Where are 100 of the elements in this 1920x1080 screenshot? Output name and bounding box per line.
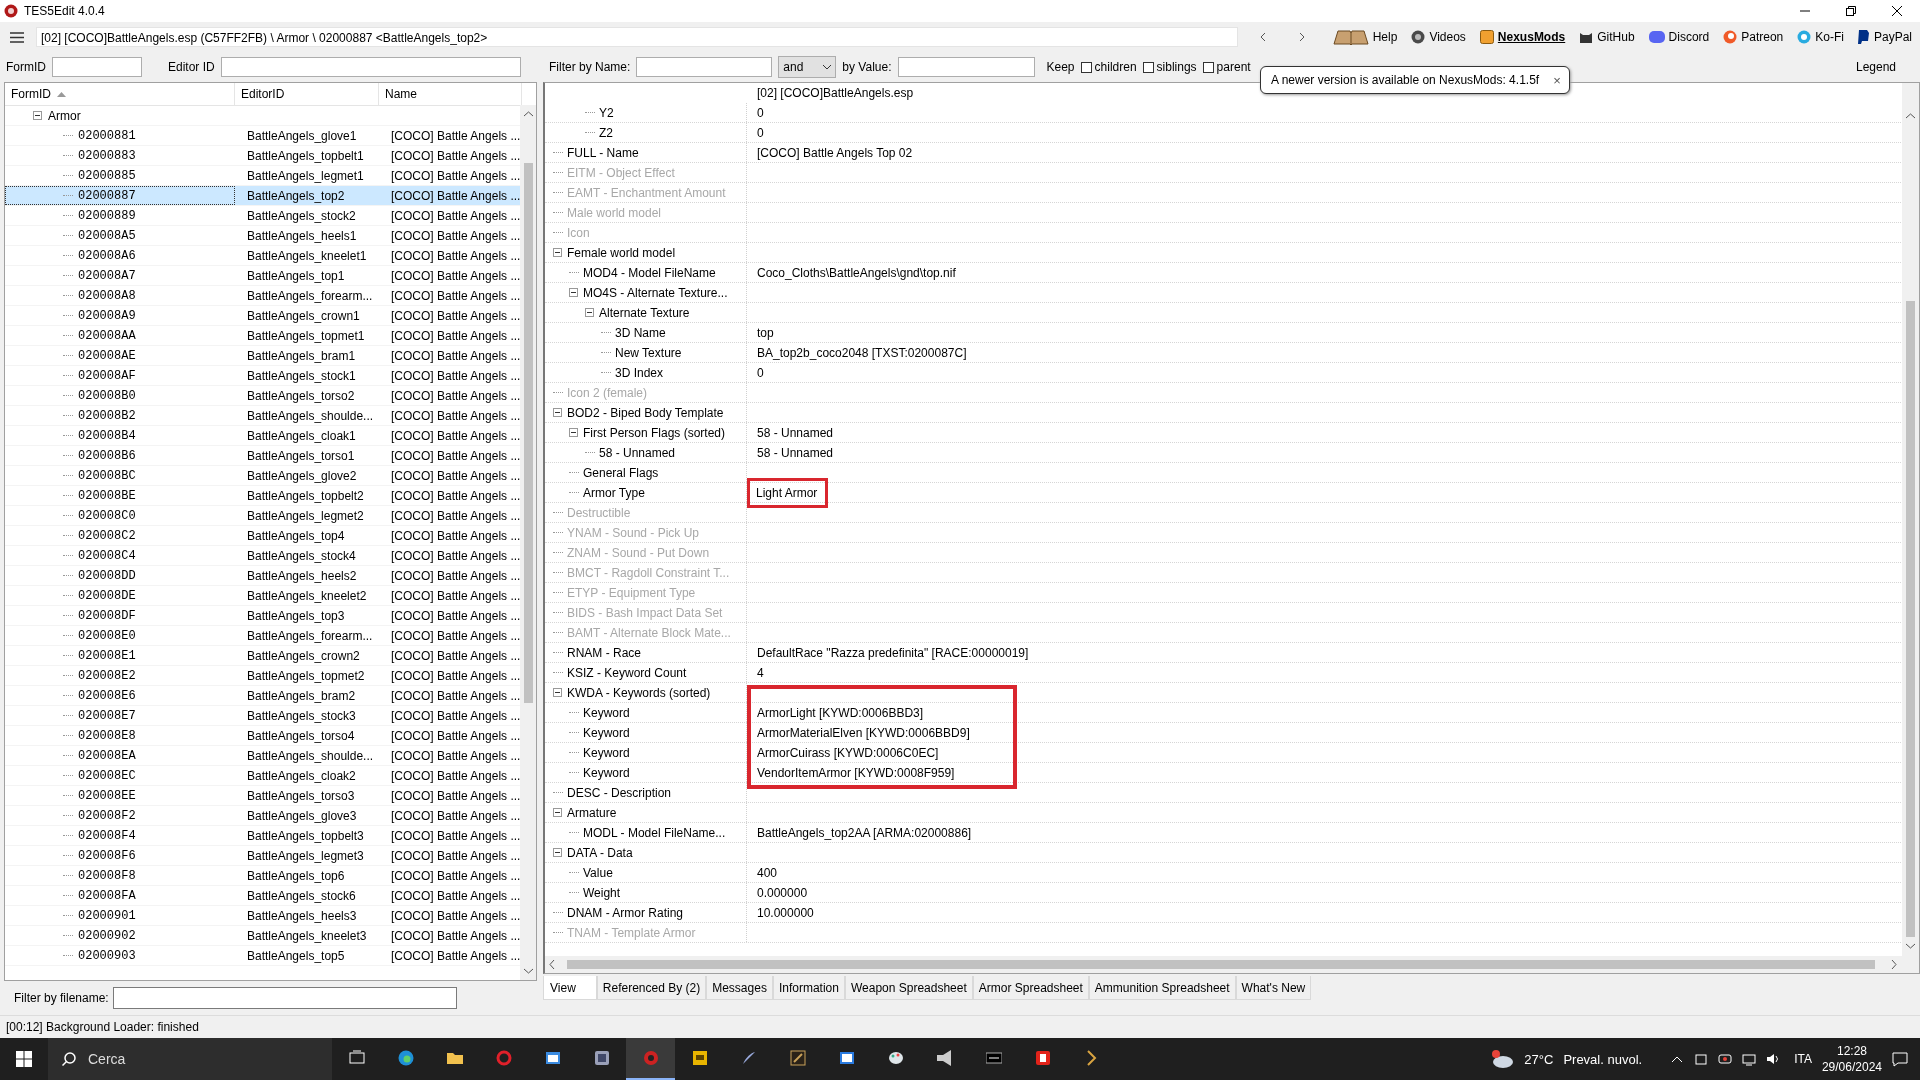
language-indicator[interactable]: ITA [1794, 1052, 1812, 1066]
tab[interactable]: What's New [1235, 976, 1312, 1000]
name-text: [COCO] Battle Angels ... [390, 528, 522, 543]
editor-id-field[interactable] [220, 57, 521, 77]
field-label: Icon 2 (female) [567, 385, 648, 400]
filename-filter-field[interactable] [112, 987, 457, 1009]
name-filter-field[interactable] [636, 57, 773, 77]
network-icon[interactable] [1742, 1052, 1757, 1066]
checkbox[interactable]: siblings [1142, 60, 1197, 74]
record-row[interactable]: 02000887 BattleAngels_top2 [COCO] Battle Angels ... [5, 186, 522, 206]
toolbar-link[interactable]: Discord [1644, 25, 1714, 49]
horizontal-scrollbar[interactable] [545, 956, 1902, 973]
chevron-up-icon [1906, 113, 1915, 119]
field-label: Male world model [567, 205, 662, 220]
editor-id-text: BattleAngels_torso4 [246, 728, 356, 743]
field-label: MOD4 - Model FileName [583, 265, 716, 280]
field-label: Armor Type [583, 485, 645, 500]
editor-id-text: BattleAngels_stock6 [246, 888, 357, 903]
shield-icon [1857, 30, 1870, 44]
sort-up-icon [57, 91, 66, 97]
drive-icon[interactable] [1694, 1052, 1709, 1066]
form-id-text: 02000885 [78, 168, 136, 183]
name-text: [COCO] Battle Angels ... [390, 308, 522, 323]
field-value: 0 [757, 365, 764, 380]
checkbox-box[interactable] [1202, 61, 1214, 73]
editor-id-text: BattleAngels_torso3 [246, 788, 356, 803]
speaker-icon[interactable] [1766, 1052, 1781, 1066]
column-header[interactable]: EditorID [235, 83, 379, 105]
formid-field[interactable] [52, 57, 142, 77]
toolbar-link[interactable]: Ko-Fi [1793, 25, 1848, 49]
checkbox[interactable]: children [1080, 60, 1137, 74]
circle-icon [1723, 30, 1738, 44]
app-icon [4, 4, 18, 18]
tab[interactable]: Information [772, 976, 845, 1000]
editor-id-text: BattleAngels_top5 [246, 948, 346, 963]
field-value: 10.000000 [757, 905, 814, 920]
toolbar-link[interactable]: GitHub [1575, 25, 1639, 49]
vertical-scrollbar[interactable] [520, 105, 536, 980]
name-text: [COCO] Battle Angels ... [390, 888, 522, 903]
toolbar-link[interactable]: NexusMods [1475, 25, 1570, 49]
tree-group-label[interactable]: Armor [48, 108, 81, 123]
form-id-text: 020008E2 [78, 668, 136, 683]
tab[interactable]: Messages [706, 976, 773, 1000]
form-id-text: 020008A8 [78, 288, 136, 303]
editor-id-text: BattleAngels_top3 [246, 608, 346, 623]
checkbox-box[interactable] [1142, 61, 1154, 73]
form-id-text: 020008BE [78, 488, 136, 503]
field-label: KWDA - Keywords (sorted) [567, 685, 711, 700]
toolbar-link[interactable]: PayPal [1853, 25, 1916, 49]
expander-icon[interactable] [569, 288, 578, 297]
field-label: 3D Name [615, 325, 666, 340]
tab[interactable]: Armor Spreadsheet [972, 976, 1089, 1000]
form-id-text: 020008C0 [78, 508, 136, 523]
expander-icon[interactable] [553, 688, 562, 697]
expander-icon[interactable] [553, 848, 562, 857]
gear-icon [642, 1050, 659, 1066]
field-label: 58 - Unnamed [599, 445, 676, 460]
form-id-text: 020008E1 [78, 648, 136, 663]
name-text: [COCO] Battle Angels ... [390, 288, 522, 303]
name-text: [COCO] Battle Angels ... [390, 548, 522, 563]
editor-id-text: BattleAngels_crown1 [246, 308, 361, 323]
clock[interactable]: 12:28 29/06/2024 [1821, 1043, 1882, 1075]
checkbox[interactable]: parent [1202, 60, 1251, 74]
sync-icon[interactable] [1718, 1052, 1733, 1066]
checkbox-box[interactable] [1080, 61, 1092, 73]
tab[interactable]: Weapon Spreadsheet [844, 976, 973, 1000]
name-text: [COCO] Battle Angels ... [390, 748, 522, 763]
field-value: 4 [757, 665, 764, 680]
toolbar-link[interactable]: Patreon [1719, 25, 1788, 49]
expander-icon[interactable] [553, 408, 562, 417]
expander-icon[interactable] [585, 308, 594, 317]
form-id-text: 020008A5 [78, 228, 136, 243]
chevron-right-icon [1891, 960, 1897, 969]
notification-icon[interactable] [1892, 1051, 1908, 1067]
expander-icon[interactable] [553, 248, 562, 257]
field-value: ArmorMaterialElven [KYWD:0006BBD9] [757, 725, 970, 740]
column-header[interactable]: FormID [5, 83, 235, 105]
square-icon [1479, 30, 1494, 44]
toolbar-link[interactable]: Videos [1407, 25, 1470, 49]
tab[interactable]: Referenced By (2) [596, 976, 707, 1000]
field-label: Z2 [599, 125, 613, 140]
vertical-scrollbar[interactable] [1902, 83, 1919, 973]
tab[interactable]: Ammunition Spreadsheet [1088, 976, 1236, 1000]
field-label: Value [583, 865, 613, 880]
expander-icon[interactable] [569, 428, 578, 437]
editor-id-text: BattleAngels_stock3 [246, 708, 357, 723]
value-filter-field[interactable] [897, 57, 1035, 77]
expander-icon[interactable] [553, 808, 562, 817]
form-id-text: 020008B2 [78, 408, 136, 423]
tab[interactable]: View [543, 976, 597, 1000]
form-id-text: 020008EC [78, 768, 136, 783]
expander-icon[interactable] [33, 111, 42, 120]
toolbar-link[interactable]: Help [1328, 25, 1402, 49]
search-field[interactable]: Cerca [48, 1038, 332, 1080]
operator-dropdown[interactable]: and [778, 56, 837, 78]
column-header[interactable]: [02] [COCO]BattleAngels.esp [747, 83, 914, 103]
close-button[interactable]: × [1553, 72, 1561, 88]
editor-id-text: BattleAngels_stock2 [246, 208, 357, 223]
field-label: First Person Flags (sorted) [583, 425, 726, 440]
legend-button[interactable]: Legend [1849, 59, 1902, 75]
